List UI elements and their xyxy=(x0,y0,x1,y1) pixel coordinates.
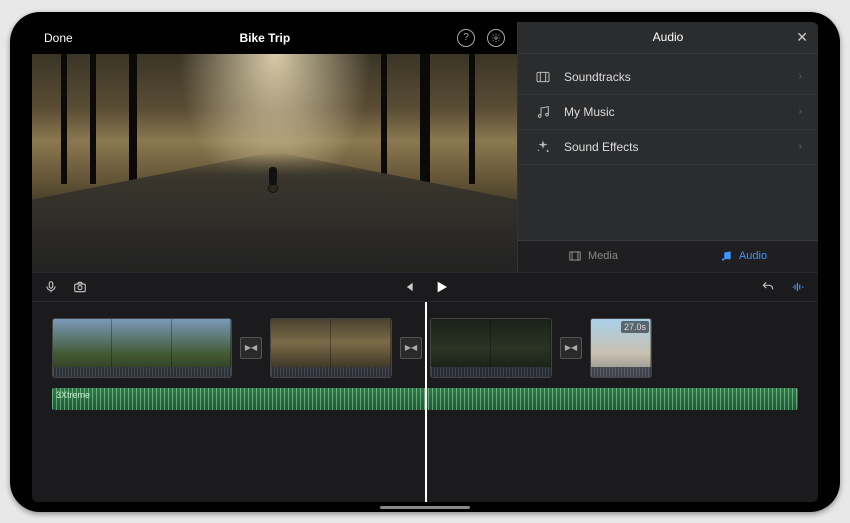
close-icon[interactable]: ✕ xyxy=(796,29,808,46)
tablet-frame: Done Bike Trip ? xyxy=(10,12,840,512)
transition-icon[interactable]: ▶◀ xyxy=(560,337,582,359)
audio-clip-label: 3Xtreme xyxy=(56,390,90,400)
help-icon[interactable]: ? xyxy=(457,29,475,47)
media-icon xyxy=(568,249,582,263)
audio-item-mymusic[interactable]: My Music › xyxy=(518,95,818,130)
audio-tab-icon xyxy=(719,249,733,263)
chevron-right-icon: › xyxy=(799,71,802,82)
video-clip[interactable] xyxy=(52,318,232,378)
panel-tabs: Media Audio xyxy=(518,240,818,272)
tab-label: Media xyxy=(588,250,618,262)
audio-item-label: Sound Effects xyxy=(564,140,639,154)
preview-header: Done Bike Trip ? xyxy=(32,22,517,54)
audio-item-label: Soundtracks xyxy=(564,70,631,84)
undo-icon[interactable] xyxy=(760,280,776,294)
video-clip[interactable] xyxy=(430,318,552,378)
audio-panel: Audio ✕ Soundtracks › xyxy=(518,22,818,272)
clip-duration: 27.0s xyxy=(621,321,649,333)
transition-icon[interactable]: ▶◀ xyxy=(240,337,262,359)
video-clip[interactable] xyxy=(270,318,392,378)
playback-controls xyxy=(32,272,818,302)
audio-category-list: Soundtracks › My Music › S xyxy=(518,54,818,240)
video-clip[interactable]: 27.0s xyxy=(590,318,652,378)
top-section: Done Bike Trip ? xyxy=(32,22,818,272)
audio-item-soundeffects[interactable]: Sound Effects › xyxy=(518,130,818,165)
settings-icon[interactable] xyxy=(487,29,505,47)
soundtracks-icon xyxy=(534,68,552,86)
tab-label: Audio xyxy=(739,250,767,262)
chevron-right-icon: › xyxy=(799,141,802,152)
app-screen: Done Bike Trip ? xyxy=(32,22,818,502)
skip-back-icon[interactable] xyxy=(401,280,415,294)
video-preview[interactable] xyxy=(32,54,517,272)
audio-panel-title: Audio xyxy=(653,30,684,44)
tab-media[interactable]: Media xyxy=(518,241,668,272)
audio-item-soundtracks[interactable]: Soundtracks › xyxy=(518,60,818,95)
transition-icon[interactable]: ▶◀ xyxy=(400,337,422,359)
playhead[interactable] xyxy=(425,302,427,502)
preview-pane: Done Bike Trip ? xyxy=(32,22,518,272)
play-icon[interactable] xyxy=(433,279,449,295)
audio-item-label: My Music xyxy=(564,105,615,119)
timeline[interactable]: ▶◀ ▶◀ ▶◀ 27.0s 3Xtreme xyxy=(32,302,818,502)
done-button[interactable]: Done xyxy=(44,31,73,45)
music-note-icon xyxy=(534,103,552,121)
camera-icon[interactable] xyxy=(72,280,88,294)
project-title: Bike Trip xyxy=(73,31,457,45)
microphone-icon[interactable] xyxy=(44,280,58,294)
tab-audio[interactable]: Audio xyxy=(668,241,818,272)
sparkle-icon xyxy=(534,138,552,156)
waveform-icon[interactable] xyxy=(790,280,806,294)
audio-panel-header: Audio ✕ xyxy=(518,22,818,54)
chevron-right-icon: › xyxy=(799,106,802,117)
